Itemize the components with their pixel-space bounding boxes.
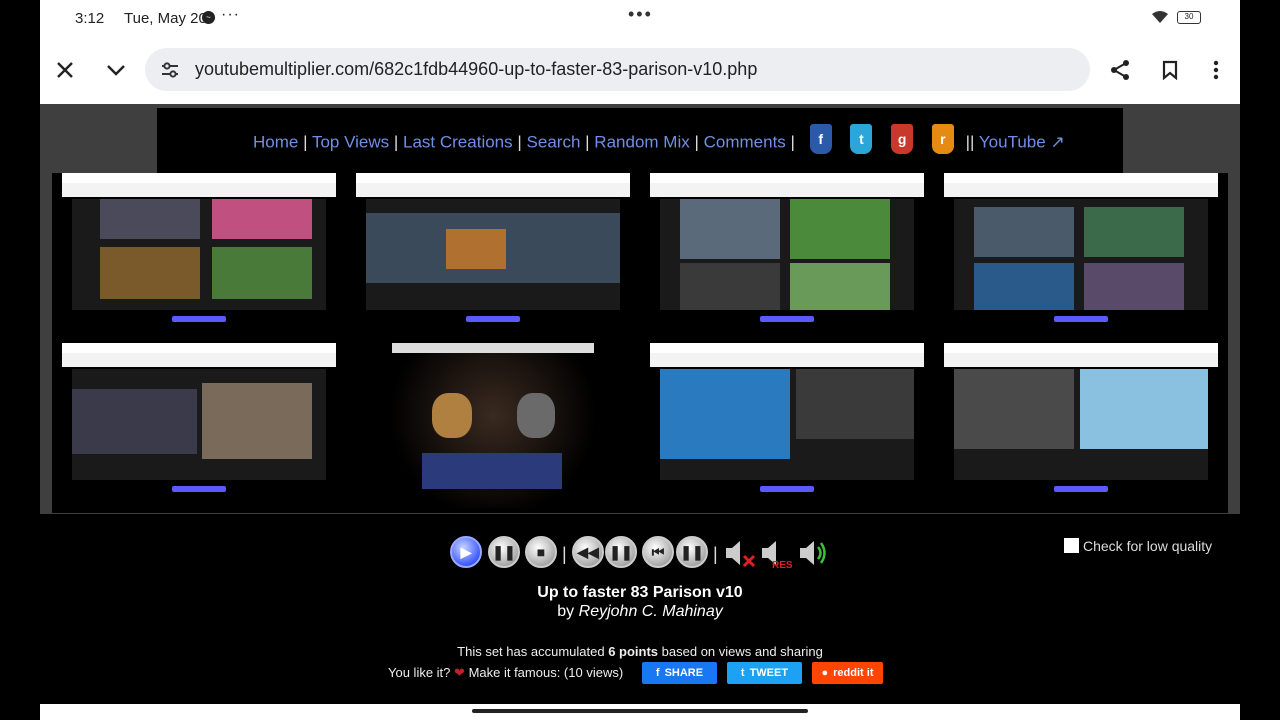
more-vert-icon[interactable] bbox=[1202, 56, 1230, 84]
points-text: This set has accumulated 6 points based … bbox=[457, 644, 823, 659]
pause-sequence-button[interactable]: ❚❚ bbox=[676, 536, 708, 568]
control-separator: | bbox=[562, 544, 567, 564]
video-thumbnail[interactable] bbox=[650, 343, 924, 508]
nav-top-views[interactable]: Top Views bbox=[312, 132, 389, 151]
nav-comments[interactable]: Comments bbox=[704, 132, 786, 151]
reddit-button[interactable]: ● reddit it bbox=[812, 662, 883, 684]
wifi-icon bbox=[1152, 11, 1168, 23]
status-date: Tue, May 20 bbox=[124, 10, 207, 27]
twitter-cup-icon[interactable]: t bbox=[850, 124, 873, 154]
twitter-icon: t bbox=[740, 667, 745, 679]
nav-home[interactable]: Home bbox=[253, 132, 298, 151]
google-plus-cup-icon[interactable]: g bbox=[891, 124, 914, 154]
author-line: by Reyjohn C. Mahinay bbox=[557, 603, 723, 620]
rss-cup-icon[interactable]: r bbox=[931, 124, 954, 154]
facebook-cup-icon[interactable]: f bbox=[809, 124, 832, 154]
author-name[interactable]: Reyjohn C. Mahinay bbox=[579, 603, 723, 620]
video-thumbnail[interactable] bbox=[650, 173, 924, 338]
stop-button[interactable]: ■ bbox=[525, 536, 557, 568]
battery-icon: 30 bbox=[1177, 11, 1201, 24]
play-button[interactable]: ▶ bbox=[450, 536, 482, 568]
player-controls: ▶ ❚❚ ■ | ◀◀ ❚❚ ⏮ ❚❚ | RES Check for low … bbox=[0, 514, 1280, 704]
pause-all-button[interactable]: ❚❚ bbox=[605, 536, 637, 568]
video-thumbnail[interactable] bbox=[62, 343, 336, 508]
rewind-button[interactable]: ◀◀ bbox=[572, 536, 604, 568]
web-page: Home | Top Views | Last Creations | Sear… bbox=[40, 104, 1240, 514]
status-bar: 3:12 Tue, May 20 ~ ··· ••• 30 bbox=[40, 0, 1240, 36]
video-title: Up to faster 83 Parison v10 bbox=[537, 584, 743, 601]
video-thumbnail[interactable] bbox=[392, 343, 594, 508]
nav-search[interactable]: Search bbox=[527, 132, 581, 151]
svg-text:RES: RES bbox=[772, 560, 792, 570]
heart-icon: ❤ bbox=[454, 665, 465, 680]
facebook-icon: f bbox=[655, 667, 660, 679]
site-nav: Home | Top Views | Last Creations | Sear… bbox=[157, 108, 1123, 174]
video-grid bbox=[52, 173, 1228, 513]
messenger-icon: ~ bbox=[202, 11, 215, 24]
mute-icon[interactable] bbox=[722, 536, 756, 570]
notification-more: ··· bbox=[221, 6, 240, 23]
close-icon[interactable] bbox=[51, 56, 79, 84]
gesture-bar bbox=[40, 704, 1240, 720]
video-thumbnail[interactable] bbox=[62, 173, 336, 338]
external-link-icon: ↗ bbox=[1050, 132, 1065, 152]
checkbox-box[interactable] bbox=[1064, 538, 1079, 553]
reddit-icon: ● bbox=[821, 667, 829, 679]
nav-links: Home | Top Views | Last Creations | Sear… bbox=[253, 124, 1065, 158]
pause-button[interactable]: ❚❚ bbox=[488, 536, 520, 568]
tweet-button[interactable]: t TWEET bbox=[727, 662, 802, 684]
video-thumbnail[interactable] bbox=[944, 173, 1218, 338]
volume-up-icon[interactable] bbox=[796, 536, 830, 570]
address-bar[interactable]: youtubemultiplier.com/682c1fdb44960-up-t… bbox=[145, 48, 1090, 91]
share-icon[interactable] bbox=[1106, 56, 1134, 84]
share-prompt: You like it? ❤ Make it famous: (10 views… bbox=[388, 665, 624, 680]
browser-toolbar: youtubemultiplier.com/682c1fdb44960-up-t… bbox=[40, 36, 1240, 104]
control-separator: | bbox=[713, 544, 718, 564]
nav-last-creations[interactable]: Last Creations bbox=[403, 132, 513, 151]
multitask-dots-icon[interactable]: ••• bbox=[628, 4, 653, 25]
home-indicator[interactable] bbox=[472, 709, 808, 713]
nav-youtube[interactable]: YouTube bbox=[979, 132, 1046, 151]
site-settings-icon[interactable] bbox=[161, 61, 179, 79]
video-thumbnail[interactable] bbox=[356, 173, 630, 338]
url-text[interactable]: youtubemultiplier.com/682c1fdb44960-up-t… bbox=[195, 59, 757, 80]
low-quality-checkbox[interactable]: Check for low quality bbox=[1064, 538, 1212, 554]
nav-random-mix[interactable]: Random Mix bbox=[594, 132, 689, 151]
chevron-down-icon[interactable] bbox=[102, 56, 130, 84]
bookmark-icon[interactable] bbox=[1156, 56, 1184, 84]
volume-reset-icon[interactable]: RES bbox=[758, 536, 792, 570]
status-time: 3:12 bbox=[75, 10, 105, 27]
video-thumbnail[interactable] bbox=[944, 343, 1218, 508]
facebook-share-button[interactable]: f SHARE bbox=[642, 662, 717, 684]
previous-button[interactable]: ⏮ bbox=[642, 536, 674, 568]
